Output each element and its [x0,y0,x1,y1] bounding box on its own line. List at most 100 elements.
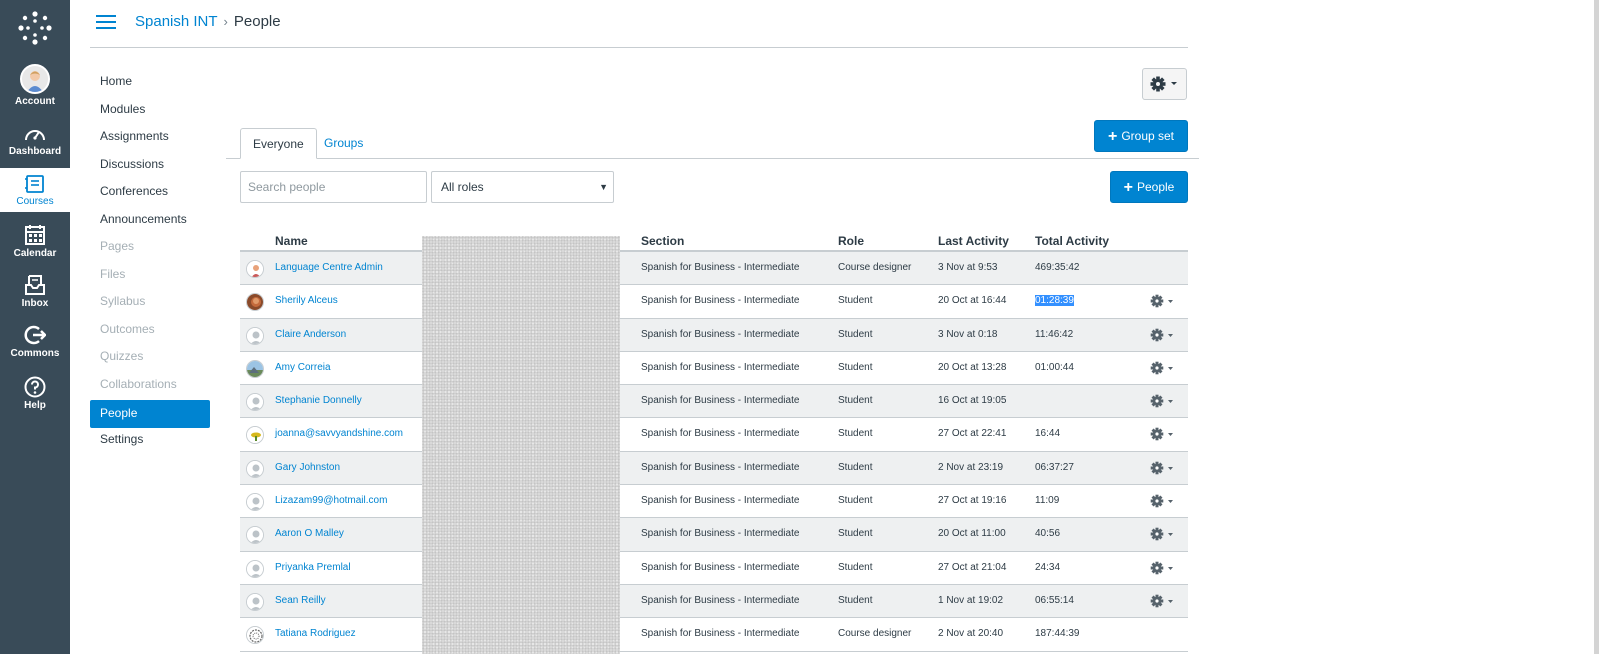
header-section: Section [641,234,685,248]
gnav-account[interactable]: Account [0,64,70,107]
window-scrollbar[interactable] [1594,0,1599,654]
user-section: Spanish for Business - Intermediate [641,461,800,473]
user-last-activity: 3 Nov at 9:53 [938,262,998,273]
user-last-activity: 27 Oct at 22:41 [938,428,1007,440]
tab-everyone[interactable]: Everyone [240,128,317,159]
user-name-link[interactable]: Lizazam99@hotmail.com [275,485,387,517]
gnav-help[interactable]: Help [0,376,70,411]
course-nav-item-discussions[interactable]: Discussions [90,153,210,181]
row-gear-menu-icon[interactable] [1148,327,1178,343]
course-nav-item-assignments[interactable]: Assignments [90,125,210,153]
row-gear-menu-icon[interactable] [1148,560,1178,576]
gnav-dashboard-label: Dashboard [8,146,62,157]
user-role: Student [838,528,873,540]
row-gear-menu-icon[interactable] [1148,393,1178,409]
tab-groups[interactable]: Groups [312,128,375,159]
user-name-link[interactable]: Aaron O Malley [275,518,344,550]
gnav-courses[interactable]: Courses [0,168,70,212]
course-nav-item-quizzes: Quizzes [100,349,144,363]
user-avatar[interactable] [246,326,264,345]
user-name-link[interactable]: Sherily Alceus [275,285,338,317]
user-total-activity: 16:44 [1035,418,1060,450]
user-section: Spanish for Business - Intermediate [641,395,800,407]
user-section: Spanish for Business - Intermediate [641,262,800,273]
row-gear-menu-icon[interactable] [1148,426,1178,442]
user-last-activity: 1 Nov at 19:02 [938,594,1004,606]
user-name-link[interactable]: Language Centre Admin [275,252,383,284]
user-name-link[interactable]: Stephanie Donnelly [275,385,362,417]
row-gear-menu-icon[interactable] [1148,460,1178,476]
course-nav-item-settings[interactable]: Settings [90,428,210,456]
settings-gear-button[interactable] [1142,68,1187,100]
total-activity-value: 06:55:14 [1035,594,1074,606]
user-name-link[interactable]: Amy Correia [275,352,331,384]
canvas-logo-icon[interactable] [17,10,53,46]
courses-icon [25,175,44,193]
user-avatar[interactable] [246,293,264,312]
gnav-commons[interactable]: Commons [0,324,70,359]
course-nav-item-modules[interactable]: Modules [90,98,210,126]
course-nav-item-home[interactable]: Home [90,70,210,98]
course-nav-item-people[interactable]: People [90,400,210,428]
user-last-activity: 27 Oct at 19:16 [938,495,1007,507]
user-avatar[interactable] [246,459,264,478]
user-avatar[interactable] [246,592,264,611]
user-avatar[interactable] [246,626,264,645]
add-people-label: People [1136,180,1175,194]
total-activity-value: 469:35:42 [1035,262,1080,273]
user-name-link[interactable]: joanna@savvyandshine.com [275,418,403,450]
row-gear-menu-icon[interactable] [1148,593,1178,609]
user-avatar[interactable] [246,426,264,445]
user-role: Student [838,295,873,307]
people-tabs: Everyone Groups [226,128,1199,159]
global-nav: Account Dashboard Courses Calendar Inbox… [0,0,70,654]
hamburger-menu-icon[interactable] [96,15,116,31]
table-row: Stephanie Donnelly Spanish for Business -… [240,385,1188,419]
breadcrumb-course-link[interactable]: Spanish INT [135,13,218,30]
user-name-link[interactable]: Gary Johnston [275,452,340,484]
row-gear-menu-icon[interactable] [1148,360,1178,376]
user-name-link[interactable]: Claire Anderson [275,319,346,351]
user-avatar[interactable] [246,493,264,512]
breadcrumb-separator: › [223,14,228,29]
row-gear-menu-icon[interactable] [1148,493,1178,509]
user-name-link[interactable]: Priyanka Premlal [275,552,351,584]
course-nav-item-outcomes: Outcomes [100,321,155,336]
user-section: Spanish for Business - Intermediate [641,495,800,507]
gnav-dashboard[interactable]: Dashboard [0,124,70,157]
user-avatar[interactable] [246,393,264,412]
user-total-activity: 06:37:27 [1035,452,1074,484]
table-header: Name Section Role Last Activity Total Ac… [240,234,1188,252]
gnav-inbox-label: Inbox [21,298,49,309]
gnav-inbox[interactable]: Inbox [0,274,70,309]
user-avatar[interactable] [246,359,264,378]
user-avatar[interactable] [246,526,264,545]
user-name-link[interactable]: Sean Reilly [275,585,326,617]
gear-icon [1150,76,1177,92]
search-people-input[interactable] [240,171,427,203]
course-nav: Home Modules Assignments Discussions Confere… [90,70,210,455]
user-role: Course designer [838,262,912,273]
course-nav-item-conferences[interactable]: Conferences [90,180,210,208]
user-role: Course designer [838,628,912,640]
add-people-button[interactable]: + People [1110,171,1188,203]
role-filter-value: All roles [441,180,484,194]
role-filter-select[interactable]: All roles ▼ [431,171,614,203]
user-avatar[interactable] [246,559,264,578]
row-gear-menu-icon[interactable] [1148,293,1178,309]
user-section: Spanish for Business - Intermediate [641,361,800,373]
user-last-activity: 20 Oct at 13:28 [938,361,1007,373]
gnav-calendar[interactable]: Calendar [0,224,70,259]
gnav-commons-label: Commons [10,348,60,359]
user-last-activity: 16 Oct at 19:05 [938,395,1007,407]
user-avatar[interactable] [246,260,264,278]
row-gear-menu-icon[interactable] [1148,526,1178,542]
add-group-set-button[interactable]: + Group set [1094,120,1188,152]
course-nav-item-announcements[interactable]: Announcements [90,208,210,236]
gnav-help-label: Help [24,400,46,411]
people-table: Name Section Role Last Activity Total Ac… [240,234,1188,652]
table-row: Language Centre Admin Spanish for Busines… [240,252,1188,286]
user-name-link[interactable]: Tatiana Rodriguez [275,618,356,650]
table-body: Language Centre Admin Spanish for Busines… [240,252,1188,652]
user-section: Spanish for Business - Intermediate [641,328,800,340]
